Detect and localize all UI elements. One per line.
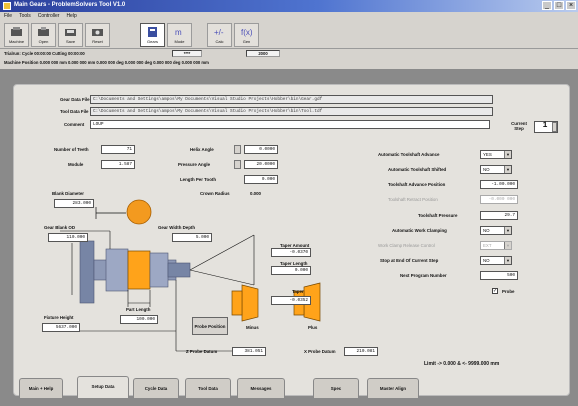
tab-master-align[interactable]: Master Align bbox=[367, 378, 419, 398]
app-icon bbox=[3, 2, 11, 10]
tab-strip: Main + Help Setup Data Cycle Data Tool D… bbox=[13, 376, 570, 400]
toolbar-gears-button[interactable]: Gears bbox=[140, 23, 165, 47]
menu-help[interactable]: Help bbox=[66, 13, 76, 19]
machine-icon bbox=[11, 27, 22, 36]
title-bar: Main Gears - ProblemSolvers Tool V1.0 _ … bbox=[0, 0, 578, 12]
open-icon bbox=[38, 27, 49, 36]
left-plate bbox=[79, 240, 95, 304]
taper-minus-shape bbox=[241, 284, 259, 322]
hub-left bbox=[105, 248, 129, 292]
blank-diameter-input[interactable]: 283.000 bbox=[54, 199, 94, 208]
probe-position-button[interactable]: Probe Position bbox=[192, 317, 228, 335]
limit-text: Limit -> 0.000 & <- 9999.000 mm bbox=[424, 361, 500, 367]
part-length-label: Part Length bbox=[126, 307, 151, 312]
tab-setup-data[interactable]: Setup Data bbox=[77, 376, 129, 398]
menu-controller[interactable]: Controller bbox=[38, 13, 60, 19]
tab-tool-data[interactable]: Tool Data bbox=[185, 378, 231, 398]
generate-icon: f(x) bbox=[241, 28, 253, 37]
minimize-button[interactable]: _ bbox=[542, 1, 552, 10]
toolbar-mode-button[interactable]: m Mode bbox=[167, 23, 192, 47]
status-cell-2: 2000 bbox=[246, 50, 280, 57]
mode-icon: m bbox=[175, 28, 182, 37]
menu-bar: File Tools Controller Help bbox=[0, 12, 578, 21]
machine-position: Machine Position 0.000 000 mm 0.000 000 … bbox=[4, 60, 209, 65]
width-depth-input[interactable]: 5.000 bbox=[172, 233, 212, 242]
svg-text:m: m bbox=[175, 28, 182, 37]
width-depth-label: Gear Width Depth bbox=[158, 225, 196, 230]
cycle-time: Trialrun: Cycle 00:00:00 Cutting 00:00:0… bbox=[4, 51, 85, 56]
tab-main-help[interactable]: Main + Help bbox=[19, 378, 63, 398]
tab-messages[interactable]: Messages bbox=[237, 378, 285, 398]
blank-circle bbox=[126, 199, 152, 225]
toolbar-reset-button[interactable]: Reset bbox=[85, 23, 110, 47]
setup-panel: Gear Data File C:\Documents and Settings… bbox=[13, 84, 570, 396]
fixture-height-label: Fixture Height bbox=[44, 315, 74, 320]
tab-cycle-data[interactable]: Cycle Data bbox=[133, 378, 179, 398]
toolbar: Machine Open Save Reset Gears m Mode +/-… bbox=[0, 21, 578, 49]
tab-spec[interactable]: Spec bbox=[313, 378, 359, 398]
x-probe-input[interactable]: 210.081 bbox=[344, 347, 378, 356]
x-probe-label: X Probe Datum bbox=[304, 349, 336, 354]
z-probe-label: Z Probe Datum bbox=[186, 349, 218, 354]
menu-tools[interactable]: Tools bbox=[19, 13, 31, 19]
taper-amount-input[interactable]: -0.0370 bbox=[271, 248, 311, 257]
gear-setup-diagram bbox=[60, 199, 321, 352]
calc-icon: +/- bbox=[214, 28, 224, 37]
hub-right bbox=[149, 252, 169, 288]
toolbar-save-button[interactable]: Save bbox=[58, 23, 83, 47]
tail-stock bbox=[167, 262, 191, 278]
gear-part bbox=[127, 250, 151, 290]
blank-od-label: Gear Blank OD bbox=[44, 225, 75, 230]
reset-icon bbox=[92, 29, 103, 36]
taper-input[interactable]: -0.0352 bbox=[271, 296, 311, 305]
close-button[interactable]: × bbox=[566, 1, 576, 10]
blank-od-input[interactable]: 110.000 bbox=[48, 233, 88, 242]
minus-label: Minus bbox=[246, 325, 259, 330]
taper-length-input[interactable]: 0.000 bbox=[271, 266, 311, 275]
z-probe-input[interactable]: 381.051 bbox=[232, 347, 266, 356]
svg-text:+/-: +/- bbox=[214, 28, 224, 37]
window-title: Main Gears - ProblemSolvers Tool V1.0 bbox=[14, 2, 126, 8]
toolbar-open-button[interactable]: Open bbox=[31, 23, 56, 47]
gear-calc-icon bbox=[148, 27, 157, 37]
svg-text:f(x): f(x) bbox=[241, 28, 253, 37]
maximize-button[interactable]: □ bbox=[554, 1, 564, 10]
toolbar-machine-button[interactable]: Machine bbox=[4, 23, 29, 47]
taper-label: Taper bbox=[292, 289, 304, 294]
toolbar-generate-button[interactable]: f(x) Gen bbox=[234, 23, 259, 47]
menu-file[interactable]: File bbox=[4, 13, 12, 19]
plus-label: Plus bbox=[308, 325, 318, 330]
save-icon bbox=[65, 29, 76, 36]
status-cell-1: **** bbox=[172, 50, 202, 57]
part-length-input[interactable]: 100.000 bbox=[120, 315, 158, 324]
toolbar-calc-button[interactable]: +/- Calc bbox=[207, 23, 232, 47]
fixture-height-input[interactable]: 5637.000 bbox=[42, 323, 80, 332]
blank-diameter-label: Blank Diameter bbox=[52, 191, 84, 196]
machine-status: Trialrun: Cycle 00:00:00 Cutting 00:00:0… bbox=[0, 49, 578, 69]
